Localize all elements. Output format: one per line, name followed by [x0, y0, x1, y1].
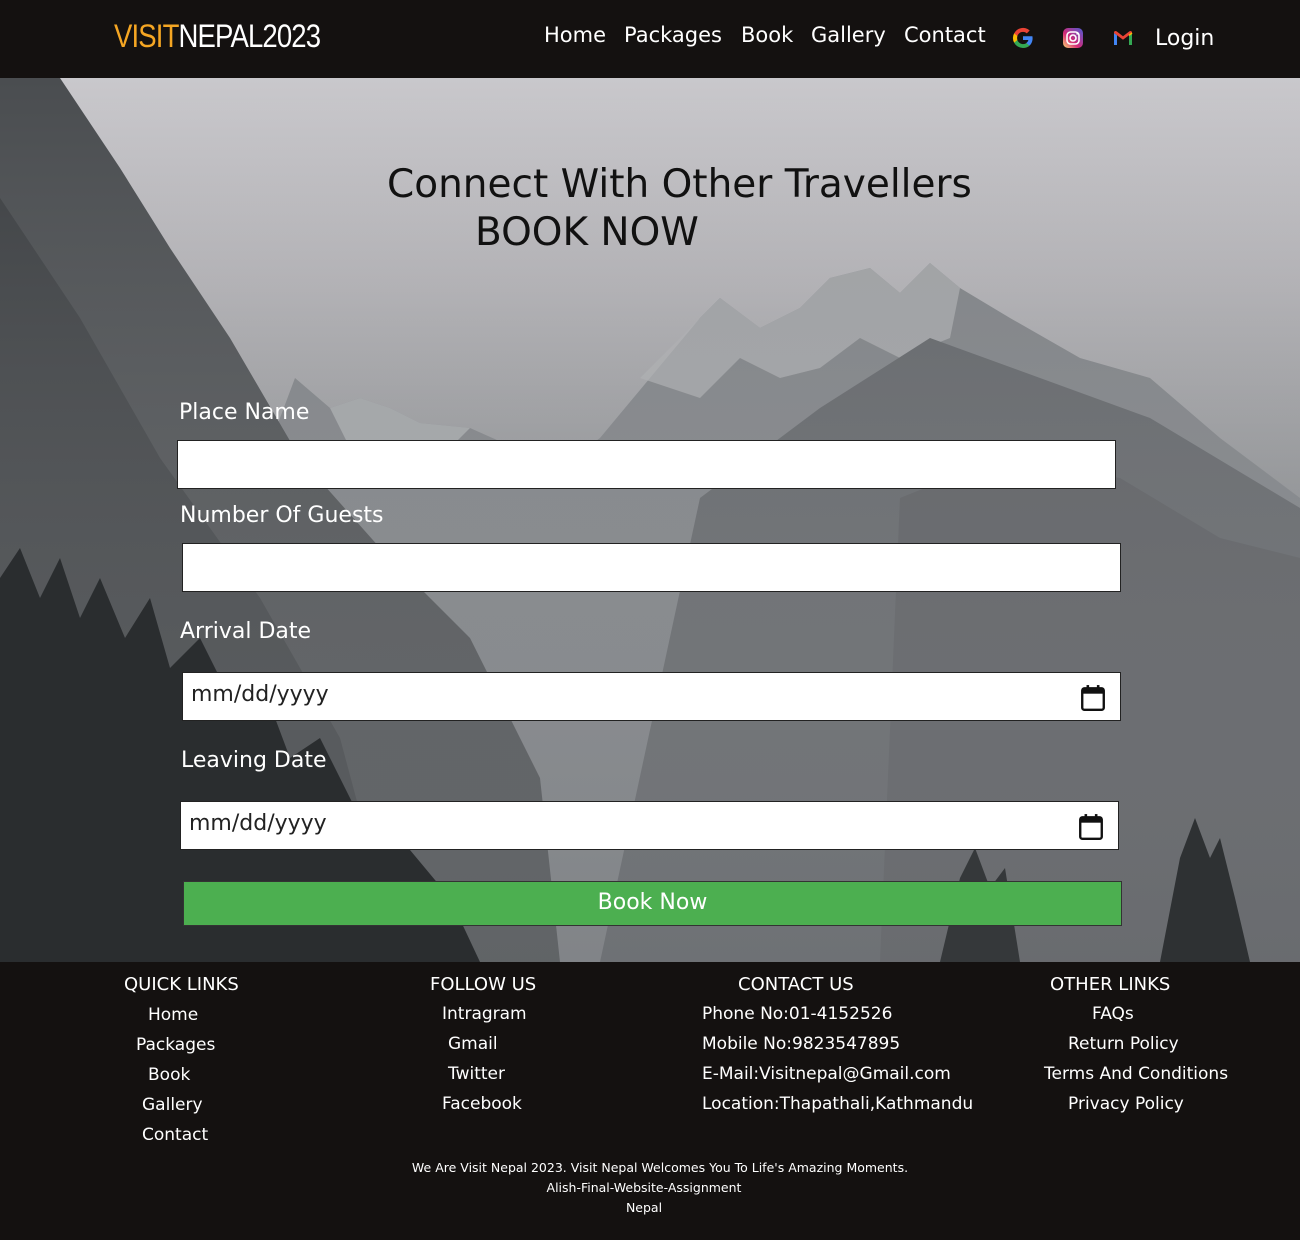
footer-link-faqs[interactable]: FAQs — [1092, 1004, 1134, 1024]
footer-assignment: Alish-Final-Website-Assignment — [546, 1180, 742, 1195]
navbar: VISITNEPAL2023 Home Packages Book Galler… — [0, 0, 1300, 78]
nav-link-book[interactable]: Book — [741, 23, 793, 47]
place-name-field[interactable] — [177, 440, 1116, 489]
contact-location: Location:Thapathali,Kathmandu — [702, 1094, 974, 1114]
logo-part-visit: VISIT — [114, 18, 179, 54]
calendar-icon[interactable] — [1078, 813, 1104, 841]
quick-links-heading: QUICK LINKS — [124, 974, 239, 995]
other-links-heading: OTHER LINKS — [1050, 974, 1171, 995]
place-name-input[interactable] — [178, 441, 1115, 488]
site-logo[interactable]: VISITNEPAL2023 — [114, 18, 322, 55]
arrival-date-label: Arrival Date — [180, 619, 312, 644]
arrival-date-input[interactable]: mm/dd/yyyy — [182, 672, 1121, 721]
nav-link-packages[interactable]: Packages — [624, 23, 722, 47]
nav-link-gallery[interactable]: Gallery — [811, 23, 886, 47]
leaving-date-input[interactable]: mm/dd/yyyy — [180, 801, 1119, 850]
footer-link-facebook[interactable]: Facebook — [442, 1094, 522, 1114]
footer-link-gmail[interactable]: Gmail — [448, 1034, 498, 1054]
hero-section: Connect With Other Travellers BOOK NOW P… — [0, 78, 1300, 962]
footer-link-return-policy[interactable]: Return Policy — [1068, 1034, 1179, 1054]
footer: QUICK LINKS Home Packages Book Gallery C… — [0, 962, 1300, 1240]
footer-link-book[interactable]: Book — [148, 1065, 190, 1085]
hero-subtitle: BOOK NOW — [475, 210, 699, 255]
place-name-label: Place Name — [179, 400, 310, 425]
contact-mobile: Mobile No:9823547895 — [702, 1034, 901, 1054]
follow-us-heading: FOLLOW US — [430, 974, 537, 995]
footer-tagline: We Are Visit Nepal 2023. Visit Nepal Wel… — [411, 1160, 909, 1175]
footer-link-twitter[interactable]: Twitter — [448, 1064, 505, 1084]
nav-link-contact[interactable]: Contact — [904, 23, 986, 47]
contact-email: E-Mail:Visitnepal@Gmail.com — [702, 1064, 951, 1084]
footer-link-home[interactable]: Home — [148, 1005, 198, 1025]
footer-country: Nepal — [625, 1200, 663, 1215]
arrival-date-value: mm/dd/yyyy — [191, 682, 329, 707]
book-now-button[interactable]: Book Now — [183, 881, 1122, 926]
footer-link-instagram[interactable]: Intragram — [442, 1004, 527, 1024]
login-link[interactable]: Login — [1155, 26, 1214, 51]
footer-link-terms[interactable]: Terms And Conditions — [1044, 1064, 1228, 1084]
logo-part-nepal2023: NEPAL2023 — [178, 18, 322, 54]
hero-title: Connect With Other Travellers — [387, 162, 972, 207]
guests-label: Number Of Guests — [180, 503, 384, 528]
footer-link-contact[interactable]: Contact — [142, 1125, 208, 1145]
gmail-icon[interactable] — [1111, 26, 1135, 50]
footer-link-gallery[interactable]: Gallery — [142, 1095, 203, 1115]
leaving-date-label: Leaving Date — [181, 748, 327, 773]
leaving-date-value: mm/dd/yyyy — [189, 811, 327, 836]
contact-phone: Phone No:01-4152526 — [702, 1004, 893, 1024]
footer-link-privacy-policy[interactable]: Privacy Policy — [1068, 1094, 1184, 1114]
contact-us-heading: CONTACT US — [738, 974, 854, 995]
guests-input[interactable] — [183, 544, 1120, 591]
instagram-icon[interactable] — [1061, 26, 1085, 50]
nav-link-home[interactable]: Home — [544, 23, 606, 47]
guests-field[interactable] — [182, 543, 1121, 592]
calendar-icon[interactable] — [1080, 684, 1106, 712]
google-icon[interactable] — [1011, 26, 1035, 50]
footer-link-packages[interactable]: Packages — [136, 1035, 215, 1055]
